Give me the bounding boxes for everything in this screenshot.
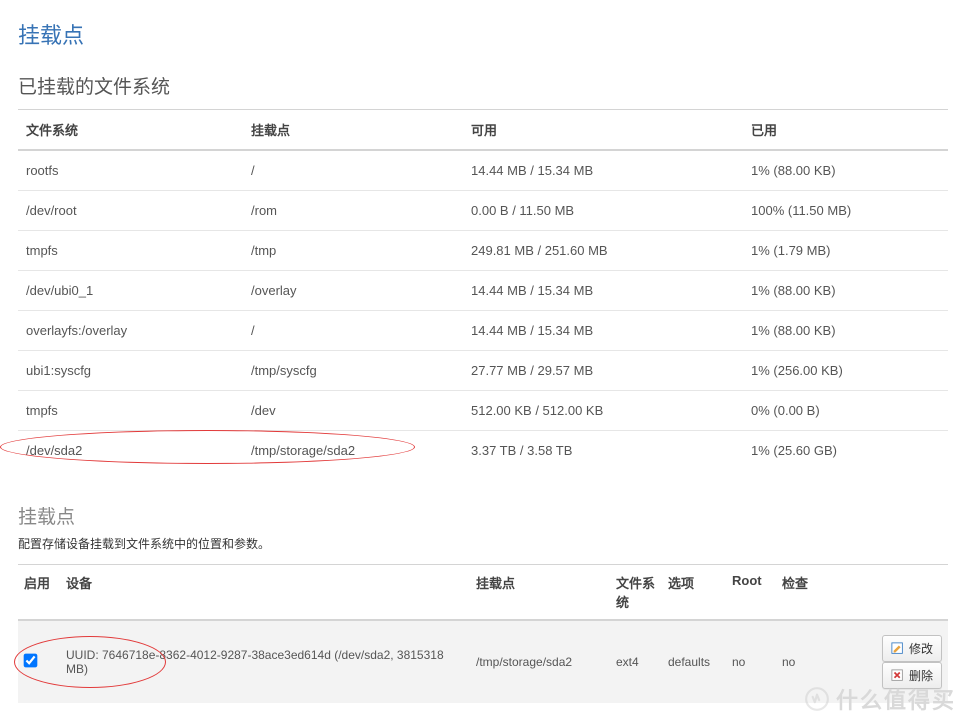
cell-used: 1% (256.00 KB) <box>743 351 948 391</box>
cell-mount: /rom <box>243 191 463 231</box>
cell-fs: overlayfs:/overlay <box>18 311 243 351</box>
cell-used: 100% (11.50 MB) <box>743 191 948 231</box>
col-mount2-header: 挂载点 <box>470 565 610 621</box>
cell-mount: /tmp <box>243 231 463 271</box>
cell-used: 1% (88.00 KB) <box>743 271 948 311</box>
cell-mount: /tmp/storage/sda2 <box>470 620 610 703</box>
mountpoints-heading: 挂载点 <box>18 502 948 529</box>
table-row: /dev/sda2/tmp/storage/sda23.37 TB / 3.58… <box>18 431 948 471</box>
edit-button-label: 修改 <box>909 640 933 657</box>
cell-mount: / <box>243 150 463 191</box>
table-row: tmpfs/dev512.00 KB / 512.00 KB0% (0.00 B… <box>18 391 948 431</box>
col-avail-header: 可用 <box>463 110 743 151</box>
cell-fs: /dev/ubi0_1 <box>18 271 243 311</box>
col-root-header: Root <box>726 565 776 621</box>
edit-icon <box>891 642 905 656</box>
cell-avail: 14.44 MB / 15.34 MB <box>463 311 743 351</box>
cell-fs: tmpfs <box>18 391 243 431</box>
cell-used: 1% (1.79 MB) <box>743 231 948 271</box>
mountpoints-table: 启用 设备 挂载点 文件系统 选项 Root 检查 UUID: 7646718e… <box>18 564 948 703</box>
table-row: overlayfs:/overlay/14.44 MB / 15.34 MB1%… <box>18 311 948 351</box>
mounted-fs-table: 文件系统 挂载点 可用 已用 rootfs/14.44 MB / 15.34 M… <box>18 109 948 470</box>
cell-used: 1% (88.00 KB) <box>743 150 948 191</box>
mounted-fs-heading: 已挂载的文件系统 <box>18 72 948 99</box>
cell-avail: 14.44 MB / 15.34 MB <box>463 271 743 311</box>
col-check-header: 检查 <box>776 565 818 621</box>
cell-fs: /dev/sda2 <box>18 431 243 471</box>
col-enable-header: 启用 <box>18 565 60 621</box>
edit-button[interactable]: 修改 <box>882 635 942 662</box>
cell-options: defaults <box>662 620 726 703</box>
col-mount-header: 挂载点 <box>243 110 463 151</box>
col-fs2-header: 文件系统 <box>610 565 662 621</box>
cell-fs: /dev/root <box>18 191 243 231</box>
cell-avail: 249.81 MB / 251.60 MB <box>463 231 743 271</box>
cell-avail: 27.77 MB / 29.57 MB <box>463 351 743 391</box>
cell-fs: tmpfs <box>18 231 243 271</box>
cell-device: UUID: 7646718e-8362-4012-9287-38ace3ed61… <box>60 620 470 703</box>
cell-avail: 3.37 TB / 3.58 TB <box>463 431 743 471</box>
cell-fs: ubi1:syscfg <box>18 351 243 391</box>
cell-mount: /tmp/syscfg <box>243 351 463 391</box>
table-row: tmpfs/tmp249.81 MB / 251.60 MB1% (1.79 M… <box>18 231 948 271</box>
cell-root: no <box>726 620 776 703</box>
cell-fs: rootfs <box>18 150 243 191</box>
col-device-header: 设备 <box>60 565 470 621</box>
enable-checkbox[interactable] <box>24 654 38 668</box>
cell-mount: /overlay <box>243 271 463 311</box>
cell-mount: /dev <box>243 391 463 431</box>
cell-avail: 14.44 MB / 15.34 MB <box>463 150 743 191</box>
delete-icon <box>891 669 905 683</box>
cell-used: 0% (0.00 B) <box>743 391 948 431</box>
page-title: 挂载点 <box>18 18 948 50</box>
delete-button[interactable]: 删除 <box>882 662 942 689</box>
cell-used: 1% (88.00 KB) <box>743 311 948 351</box>
col-used-header: 已用 <box>743 110 948 151</box>
table-row: /dev/root/rom0.00 B / 11.50 MB100% (11.5… <box>18 191 948 231</box>
table-row: rootfs/14.44 MB / 15.34 MB1% (88.00 KB) <box>18 150 948 191</box>
cell-avail: 512.00 KB / 512.00 KB <box>463 391 743 431</box>
cell-check: no <box>776 620 818 703</box>
mountpoints-desc: 配置存储设备挂载到文件系统中的位置和参数。 <box>18 535 948 552</box>
table-row: /dev/ubi0_1/overlay14.44 MB / 15.34 MB1%… <box>18 271 948 311</box>
cell-fs: ext4 <box>610 620 662 703</box>
delete-button-label: 删除 <box>909 667 933 684</box>
table-row: ubi1:syscfg/tmp/syscfg27.77 MB / 29.57 M… <box>18 351 948 391</box>
col-options-header: 选项 <box>662 565 726 621</box>
col-fs-header: 文件系统 <box>18 110 243 151</box>
cell-mount: / <box>243 311 463 351</box>
cell-mount: /tmp/storage/sda2 <box>243 431 463 471</box>
cell-used: 1% (25.60 GB) <box>743 431 948 471</box>
table-row: UUID: 7646718e-8362-4012-9287-38ace3ed61… <box>18 620 948 703</box>
cell-avail: 0.00 B / 11.50 MB <box>463 191 743 231</box>
